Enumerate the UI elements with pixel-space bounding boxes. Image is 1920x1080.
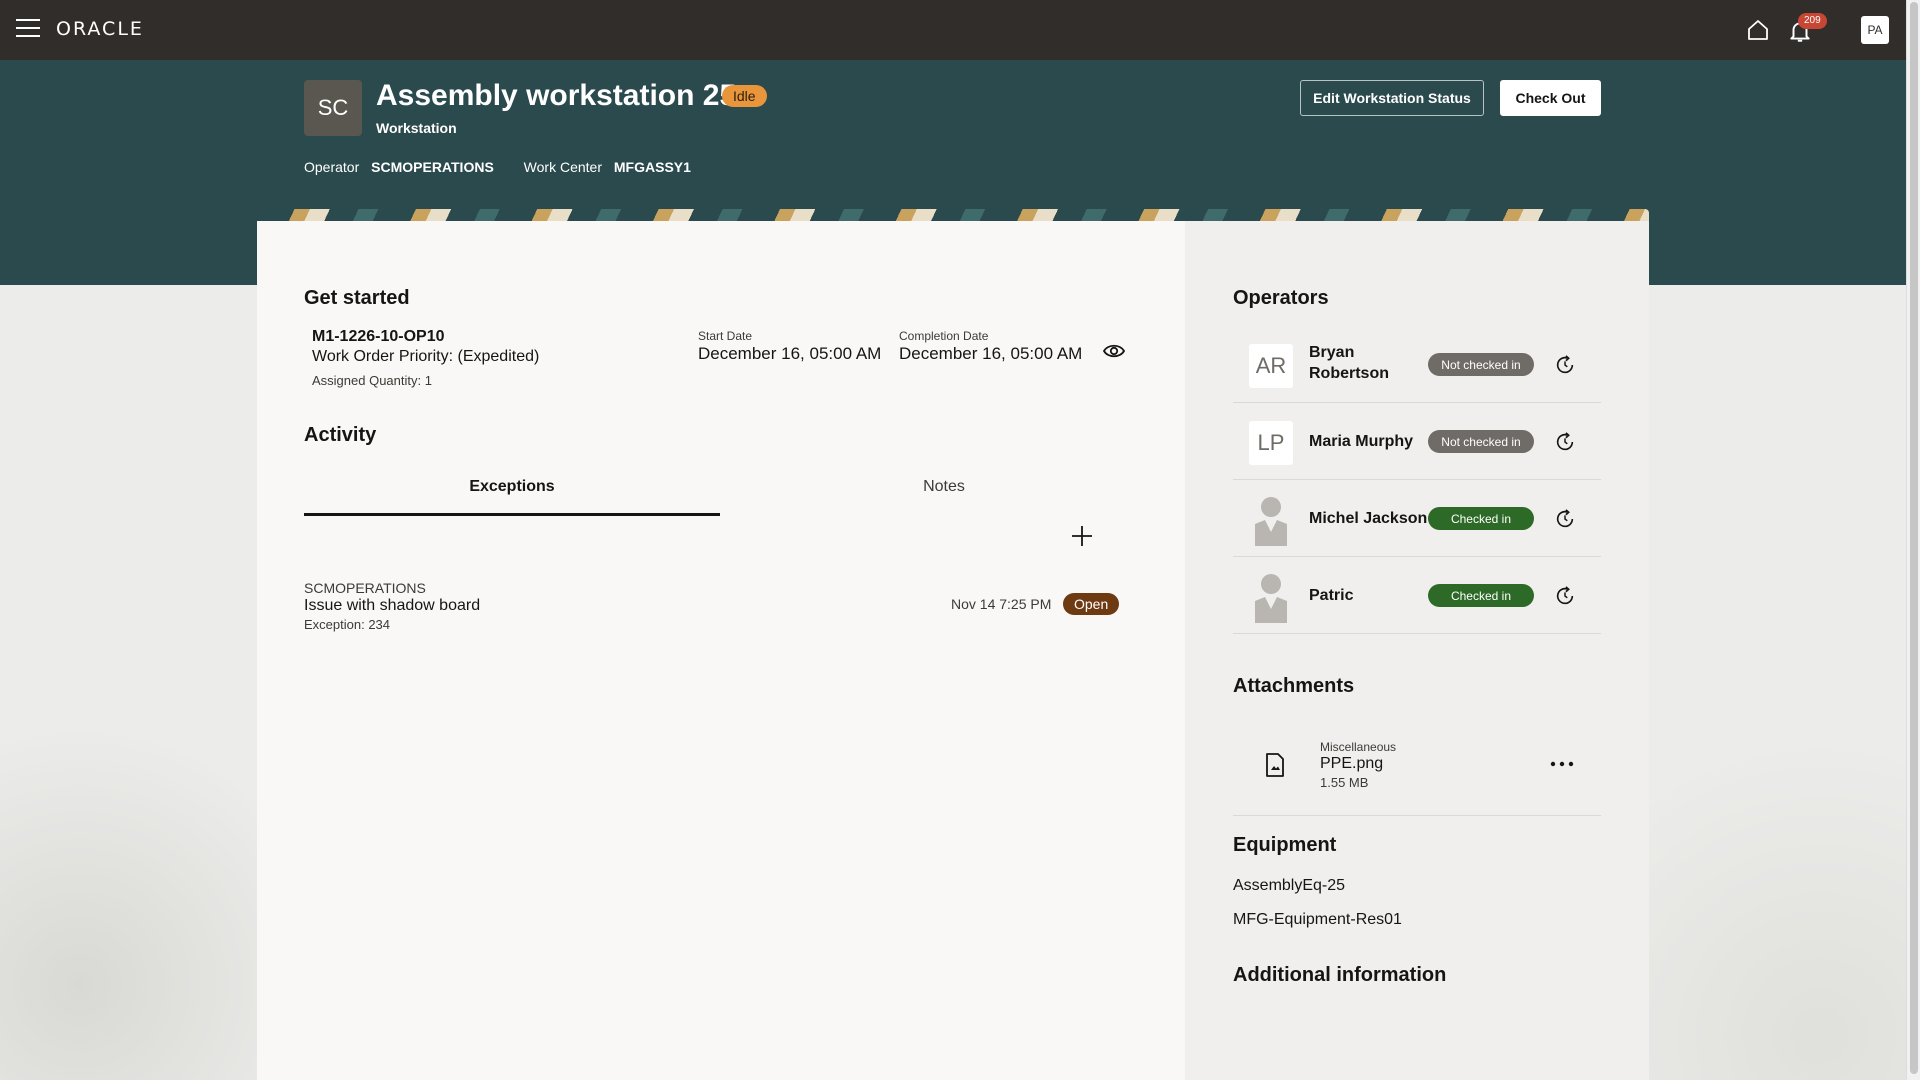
check-out-button[interactable]: Check Out (1500, 80, 1601, 116)
operator-name: Patric (1309, 587, 1354, 604)
edit-workstation-status-button[interactable]: Edit Workstation Status (1300, 80, 1484, 116)
card-decorative-strip (257, 209, 1649, 221)
operator-row: Patric Checked in (1233, 557, 1601, 634)
operator-row: AR Bryan Robertson Not checked in (1233, 326, 1601, 403)
assigned-quantity: Assigned Quantity: 1 (312, 373, 432, 388)
page-title: Assembly workstation 25 (376, 79, 737, 112)
history-icon[interactable] (1554, 585, 1576, 607)
operator-status-badge: Not checked in (1428, 430, 1534, 453)
exception-number: Exception: 234 (304, 617, 391, 632)
person-placeholder-icon (1255, 574, 1287, 623)
operator-value: SCMOPERATIONS (371, 159, 494, 175)
work-center-label: Work Center (523, 159, 602, 175)
attachment-category: Miscellaneous (1320, 740, 1397, 754)
equipment-item: MFG-Equipment-Res01 (1233, 911, 1402, 928)
menu-icon[interactable] (16, 19, 40, 39)
operator-name: Bryan Robertson (1309, 342, 1389, 384)
operator-name-line1: Bryan (1309, 344, 1355, 361)
attachment-name[interactable]: PPE.png (1320, 755, 1383, 773)
operator-avatar: LP (1249, 421, 1293, 465)
get-started-heading: Get started (304, 287, 410, 309)
work-order-priority: Work Order Priority: (Expedited) (312, 348, 540, 365)
operator-row: Michel Jackson Checked in (1233, 480, 1601, 557)
status-badge: Idle (722, 85, 767, 107)
operator-name-line2: Robertson (1309, 365, 1389, 382)
page-scrollbar[interactable] (1906, 0, 1920, 1080)
history-icon[interactable] (1554, 354, 1576, 376)
operator-row: LP Maria Murphy Not checked in (1233, 403, 1601, 480)
divider (1233, 815, 1601, 816)
top-bar: ORACLE 209 PA (0, 0, 1920, 60)
oracle-logo[interactable]: ORACLE (56, 18, 144, 40)
workstation-avatar: SC (304, 80, 362, 136)
operator-status-badge: Checked in (1428, 507, 1534, 530)
equipment-heading: Equipment (1233, 834, 1337, 856)
exception-date: Nov 14 7:25 PM (951, 596, 1052, 612)
home-icon[interactable] (1746, 18, 1770, 42)
page-subtitle: Workstation (376, 120, 457, 136)
notification-badge: 209 (1798, 13, 1827, 29)
header-meta: Operator SCMOPERATIONS Work Center MFGAS… (304, 159, 717, 175)
work-center-value: MFGASSY1 (613, 159, 691, 175)
attachment-size: 1.55 MB (1320, 775, 1369, 790)
history-icon[interactable] (1554, 431, 1576, 453)
exception-status-badge: Open (1063, 593, 1120, 615)
eye-icon[interactable] (1102, 341, 1126, 361)
tab-exceptions[interactable]: Exceptions (304, 478, 720, 516)
completion-date-label: Completion Date (899, 329, 989, 343)
completion-date-value: December 16, 05:00 AM (899, 344, 1083, 363)
operator-label: Operator (304, 159, 360, 175)
exception-user: SCMOPERATIONS (304, 580, 426, 596)
tab-notes[interactable]: Notes (720, 478, 1168, 516)
activity-heading: Activity (304, 424, 377, 446)
operator-avatar: AR (1249, 344, 1293, 388)
equipment-item: AssemblyEq-25 (1233, 877, 1346, 894)
file-icon (1266, 753, 1284, 777)
more-options-icon[interactable] (1548, 754, 1576, 774)
start-date-label: Start Date (698, 329, 753, 343)
user-avatar[interactable]: PA (1861, 16, 1889, 44)
scrollbar-thumb[interactable] (1910, 2, 1918, 1074)
person-placeholder-icon (1255, 497, 1287, 546)
start-date-value: December 16, 05:00 AM (698, 344, 882, 363)
operator-status-badge: Checked in (1428, 584, 1534, 607)
operator-name: Maria Murphy (1309, 433, 1414, 450)
operator-name: Michel Jackson (1309, 510, 1428, 527)
operators-heading: Operators (1233, 287, 1329, 309)
add-icon[interactable] (1070, 524, 1094, 548)
exception-title[interactable]: Issue with shadow board (304, 597, 480, 615)
work-order-id[interactable]: M1-1226-10-OP10 (312, 328, 445, 346)
attachments-heading: Attachments (1233, 675, 1355, 697)
operator-status-badge: Not checked in (1428, 353, 1534, 376)
additional-information-heading: Additional information (1233, 964, 1447, 986)
history-icon[interactable] (1554, 508, 1576, 530)
